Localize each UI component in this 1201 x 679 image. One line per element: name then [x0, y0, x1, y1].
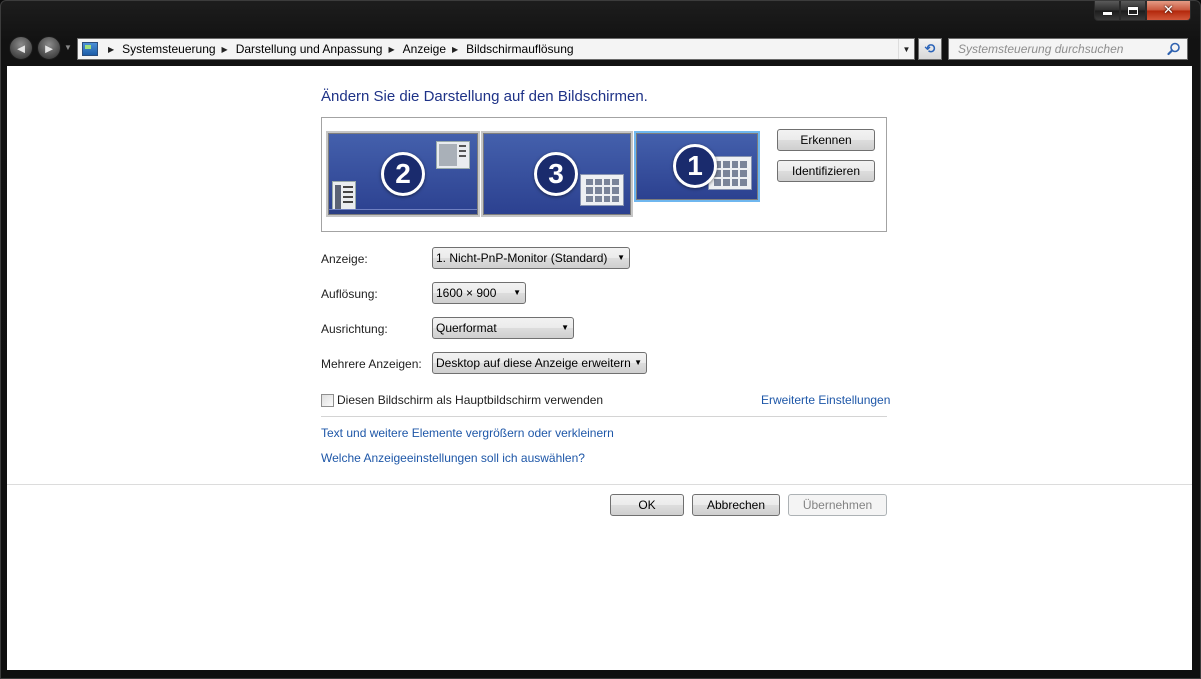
maximize-icon — [1128, 6, 1138, 15]
chevron-down-icon: ▼ — [513, 288, 521, 297]
control-panel-icon — [82, 42, 98, 56]
recent-pages-dropdown[interactable]: ▼ — [64, 43, 72, 52]
orientation-select[interactable]: Querformat ▼ — [432, 317, 574, 339]
breadcrumb-systemsteuerung[interactable]: Systemsteuerung — [122, 42, 215, 56]
content-pane: Ändern Sie die Darstellung auf den Bilds… — [7, 66, 1192, 670]
refresh-icon: ⟲ — [924, 41, 936, 56]
minimize-icon — [1102, 12, 1112, 15]
monitor-3[interactable]: 3 — [481, 131, 633, 217]
window-thumbnail — [580, 174, 624, 206]
monitor-number: 1 — [673, 144, 717, 188]
breadcrumb-anzeige[interactable]: Anzeige — [403, 42, 446, 56]
divider — [321, 416, 887, 417]
text-size-link[interactable]: Text und weitere Elemente vergrößern ode… — [321, 426, 614, 440]
detect-button[interactable]: Erkennen — [777, 129, 875, 151]
window-thumbnail — [436, 141, 470, 169]
identify-button[interactable]: Identifizieren — [777, 160, 875, 182]
resolution-label: Auflösung: — [321, 287, 378, 301]
ok-button[interactable]: OK — [610, 494, 684, 516]
orientation-label: Ausrichtung: — [321, 322, 388, 336]
close-icon: ✕ — [1163, 3, 1174, 18]
monitor-number: 3 — [534, 152, 578, 196]
display-select[interactable]: 1. Nicht-PnP-Monitor (Standard) ▼ — [432, 247, 630, 269]
monitor-arrangement: 2 3 1 Erkennen Identifizieren — [321, 117, 887, 232]
close-button[interactable]: ✕ — [1146, 1, 1191, 21]
display-select-value: 1. Nicht-PnP-Monitor (Standard) — [436, 251, 608, 265]
refresh-button[interactable]: ⟲ — [918, 38, 942, 60]
back-arrow-icon: ◄ — [14, 40, 28, 56]
breadcrumb-separator-icon[interactable]: ▶ — [222, 45, 228, 54]
orientation-select-value: Querformat — [436, 321, 497, 335]
multiple-displays-select[interactable]: Desktop auf diese Anzeige erweitern ▼ — [432, 352, 647, 374]
search-icon[interactable] — [1167, 42, 1181, 56]
address-dropdown-icon[interactable]: ▼ — [898, 39, 914, 59]
page-title: Ändern Sie die Darstellung auf den Bilds… — [321, 88, 648, 105]
back-button[interactable]: ◄ — [9, 36, 33, 60]
which-settings-link[interactable]: Welche Anzeigeeinstellungen soll ich aus… — [321, 451, 585, 465]
window-thumbnail — [332, 181, 356, 211]
address-bar[interactable]: ▶ Systemsteuerung ▶ Darstellung und Anpa… — [77, 38, 915, 60]
footer-divider — [7, 484, 1192, 485]
primary-display-checkbox[interactable] — [321, 394, 334, 407]
forward-arrow-icon: ► — [42, 40, 56, 56]
maximize-button[interactable] — [1120, 1, 1146, 21]
taskbar — [329, 209, 477, 214]
monitor-1[interactable]: 1 — [634, 131, 760, 202]
advanced-settings-link[interactable]: Erweiterte Einstellungen — [761, 393, 890, 407]
window-frame: ✕ ◄ ► ▼ ▶ Systemsteuerung ▶ Darstellung … — [0, 0, 1201, 679]
search-input[interactable] — [956, 41, 1166, 57]
chevron-down-icon: ▼ — [617, 253, 625, 262]
chevron-down-icon: ▼ — [561, 323, 569, 332]
minimize-button[interactable] — [1094, 1, 1120, 21]
monitor-2[interactable]: 2 — [326, 131, 480, 217]
apply-button[interactable]: Übernehmen — [788, 494, 887, 516]
cancel-button[interactable]: Abbrechen — [692, 494, 780, 516]
multiple-displays-label: Mehrere Anzeigen: — [321, 357, 422, 371]
caption-buttons: ✕ — [1094, 1, 1191, 21]
breadcrumb-bildschirmaufloesung[interactable]: Bildschirmauflösung — [466, 42, 573, 56]
primary-display-checkbox-label[interactable]: Diesen Bildschirm als Hauptbildschirm ve… — [337, 393, 603, 407]
breadcrumb-darstellung[interactable]: Darstellung und Anpassung — [236, 42, 383, 56]
breadcrumb-separator-icon[interactable]: ▶ — [452, 45, 458, 54]
breadcrumb-separator-icon[interactable]: ▶ — [388, 45, 394, 54]
display-label: Anzeige: — [321, 252, 368, 266]
breadcrumb-separator-icon[interactable]: ▶ — [108, 45, 114, 54]
resolution-select[interactable]: 1600 × 900 ▼ — [432, 282, 526, 304]
resolution-select-value: 1600 × 900 — [436, 286, 497, 300]
chevron-down-icon: ▼ — [634, 358, 642, 367]
multiple-displays-select-value: Desktop auf diese Anzeige erweitern — [436, 356, 631, 370]
monitor-number: 2 — [381, 152, 425, 196]
navigation-bar: ◄ ► ▼ ▶ Systemsteuerung ▶ Darstellung un… — [1, 33, 1201, 63]
search-box — [948, 38, 1188, 60]
forward-button[interactable]: ► — [37, 36, 61, 60]
